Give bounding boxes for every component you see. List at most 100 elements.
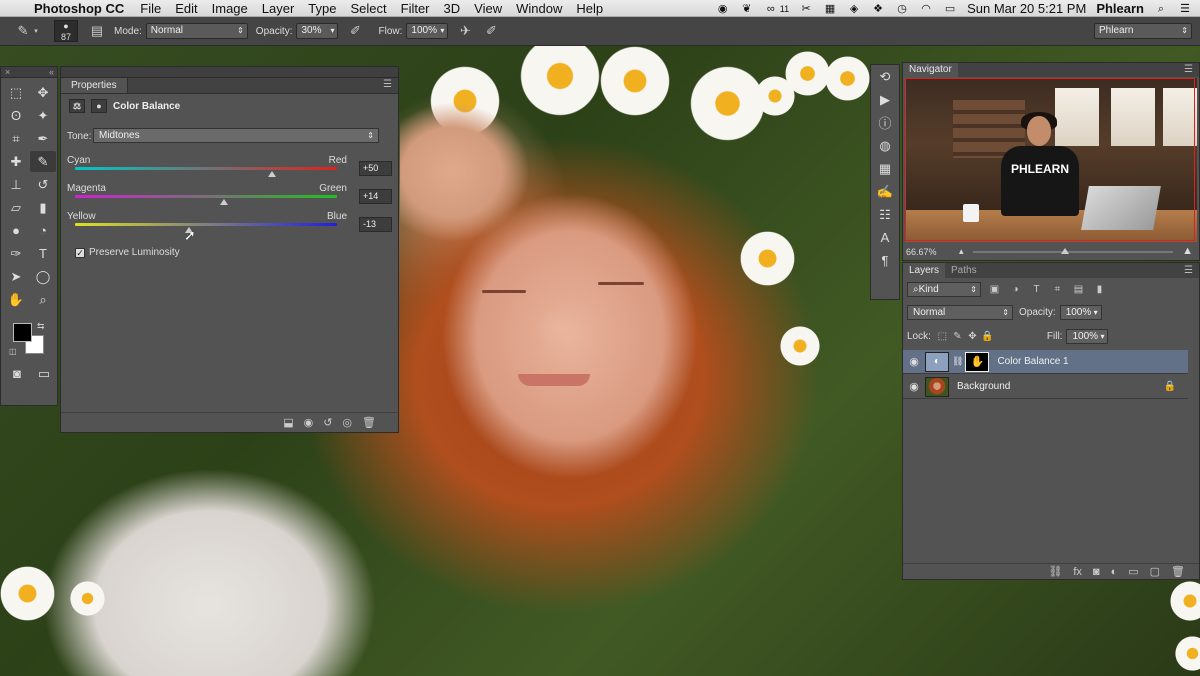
menu-type[interactable]: Type — [308, 1, 336, 16]
actions-panel-icon[interactable]: ▶ — [871, 88, 899, 111]
brush-icon[interactable]: ✎ — [30, 151, 56, 172]
eye-icon[interactable]: ◉ — [903, 355, 925, 368]
default-colors-icon[interactable]: ◫ — [9, 347, 17, 356]
slider-track[interactable] — [75, 223, 337, 226]
timemachine-icon[interactable]: ◷ — [895, 3, 909, 15]
airbrush-icon[interactable]: ✈ — [456, 22, 474, 40]
hand-icon[interactable]: ✋ — [3, 289, 29, 310]
brush-panel-toggle-icon[interactable]: ▤ — [88, 22, 106, 40]
reset-icon[interactable]: ↺ — [323, 416, 332, 429]
brush-panel-icon[interactable]: ✍ — [871, 180, 899, 203]
crop-icon[interactable]: ⌗ — [3, 128, 29, 149]
blur-icon[interactable]: ● — [3, 220, 29, 241]
healing-icon[interactable]: ✚ — [3, 151, 29, 172]
layer-background[interactable]: ◉ Background 🔒 — [903, 375, 1188, 399]
add-mask-icon[interactable]: ◙ — [1093, 566, 1100, 578]
slider-value-input[interactable]: +50 — [359, 161, 392, 176]
view-previous-icon[interactable]: ◉ — [304, 416, 314, 429]
filter-smart-object-icon[interactable]: ▤ — [1071, 282, 1086, 297]
mode-select[interactable]: Normal ⇕ — [145, 23, 248, 39]
record-icon[interactable]: ◉ — [716, 3, 730, 15]
mask-icon[interactable]: ● — [91, 99, 107, 113]
zoom-icon[interactable]: ⌕ — [30, 289, 56, 310]
menu-window[interactable]: Window — [516, 1, 562, 16]
menu-select[interactable]: Select — [350, 1, 386, 16]
slider-value-input[interactable]: +14 — [359, 189, 392, 204]
notification-center-icon[interactable]: ☰ — [1178, 3, 1192, 15]
gradient-icon[interactable]: ▮ — [30, 197, 56, 218]
lock-all-icon[interactable]: 🔒 — [980, 329, 995, 344]
menu-file[interactable]: File — [140, 1, 161, 16]
menu-help[interactable]: Help — [576, 1, 603, 16]
swap-colors-icon[interactable]: ⇆ — [37, 321, 45, 332]
panel-menu-icon[interactable]: ☰ — [1184, 64, 1193, 75]
foreground-color-swatch[interactable] — [13, 323, 32, 342]
eyedropper-icon[interactable]: ✒ — [30, 128, 56, 149]
quick-mask-icon[interactable]: ◙ — [4, 363, 30, 384]
layer-filter-select[interactable]: ⌕Kind ⇕ — [907, 282, 981, 297]
layer-name[interactable]: Background — [957, 381, 1010, 392]
filter-pixel-icon[interactable]: ▣ — [987, 282, 1002, 297]
view-area-box[interactable] — [905, 78, 1195, 241]
brush-tool-preset-icon[interactable]: ✎ — [14, 22, 32, 40]
menu-layer[interactable]: Layer — [262, 1, 295, 16]
pen-icon[interactable]: ✑ — [3, 243, 29, 264]
visibility-icon[interactable]: ◎ — [342, 416, 352, 429]
toolbox-header[interactable]: × « — [1, 67, 57, 78]
slider-track[interactable] — [75, 195, 337, 198]
lock-transparent-icon[interactable]: ⬚ — [935, 329, 950, 344]
filter-toggle-icon[interactable]: ▮ — [1092, 282, 1107, 297]
new-group-icon[interactable]: ▭ — [1128, 565, 1138, 578]
info-panel-icon[interactable]: ⓘ — [871, 111, 899, 134]
filter-adjustment-icon[interactable]: ◑ — [1008, 282, 1023, 297]
marquee-icon[interactable]: ⬚ — [3, 82, 29, 103]
panel-menu-icon[interactable]: ☰ — [1184, 265, 1193, 276]
menu-image[interactable]: Image — [212, 1, 248, 16]
character-panel-icon[interactable]: A — [871, 226, 899, 249]
checkbox[interactable]: ✓ — [75, 247, 85, 258]
zoom-in-icon[interactable]: ▲ — [1182, 245, 1193, 257]
layer-mask-thumbnail[interactable]: ✋ — [965, 351, 990, 372]
zoom-slider-thumb[interactable] — [1061, 248, 1069, 254]
fill-input[interactable]: 100% ▾ — [1066, 329, 1109, 344]
creative-cloud-icon[interactable]: ∞ — [764, 3, 778, 15]
clock[interactable]: Sun Mar 20 5:21 PM — [967, 1, 1086, 16]
panel-drag-strip[interactable] — [61, 67, 398, 78]
magic-wand-icon[interactable]: ✦ — [30, 105, 56, 126]
history-brush-icon[interactable]: ↺ — [30, 174, 56, 195]
adjustments-panel-icon[interactable]: ☷ — [871, 203, 899, 226]
pressure-opacity-icon[interactable]: ✐ — [346, 22, 364, 40]
adjustment-thumbnail[interactable]: ◐ — [925, 351, 949, 372]
dropbox-icon[interactable]: ❖ — [871, 3, 885, 15]
menu-view[interactable]: View — [474, 1, 502, 16]
link-layers-icon[interactable]: ⛓ — [1048, 565, 1062, 578]
zoom-slider[interactable] — [973, 248, 1173, 254]
history-panel-icon[interactable]: ⟲ — [871, 65, 899, 88]
tone-select[interactable]: Midtones ⇕ — [93, 128, 379, 143]
blend-mode-select[interactable]: Normal ⇕ — [907, 305, 1013, 320]
tab-navigator[interactable]: Navigator — [903, 63, 958, 77]
panel-menu-icon[interactable]: ☰ — [383, 79, 392, 90]
menu-filter[interactable]: Filter — [401, 1, 430, 16]
paragraph-panel-icon[interactable]: ¶ — [871, 249, 899, 272]
slider-thumb[interactable] — [267, 171, 276, 177]
screen-mode-icon[interactable]: ▭ — [31, 363, 57, 384]
slider-thumb[interactable] — [220, 199, 229, 205]
filter-shape-icon[interactable]: ⌗ — [1050, 282, 1065, 297]
new-layer-icon[interactable]: ▢ — [1150, 565, 1160, 578]
dodge-icon[interactable]: ◔ — [30, 220, 56, 241]
user-menu[interactable]: Phlearn — [1096, 1, 1144, 16]
link-icon[interactable]: ⛓ — [952, 356, 963, 367]
workspace-select[interactable]: Phlearn ⇕ — [1094, 23, 1192, 39]
scissors-icon[interactable]: ✂ — [799, 3, 813, 15]
stamp-icon[interactable]: ⊥ — [3, 174, 29, 195]
tab-properties[interactable]: Properties — [61, 78, 128, 93]
opacity-input[interactable]: 30% ▾ — [296, 23, 339, 39]
zoom-out-icon[interactable]: ▴ — [959, 246, 964, 257]
dropdown-arrow-icon[interactable]: ▾ — [32, 22, 40, 40]
layer-color-balance[interactable]: ◉ ◐ ⛓ ✋ Color Balance 1 — [903, 350, 1188, 374]
wifi-icon[interactable]: ◠ — [919, 3, 933, 15]
ellipse-icon[interactable]: ◯ — [30, 266, 56, 287]
lasso-icon[interactable]: ʘ — [3, 105, 29, 126]
slider-track[interactable] — [75, 167, 337, 170]
